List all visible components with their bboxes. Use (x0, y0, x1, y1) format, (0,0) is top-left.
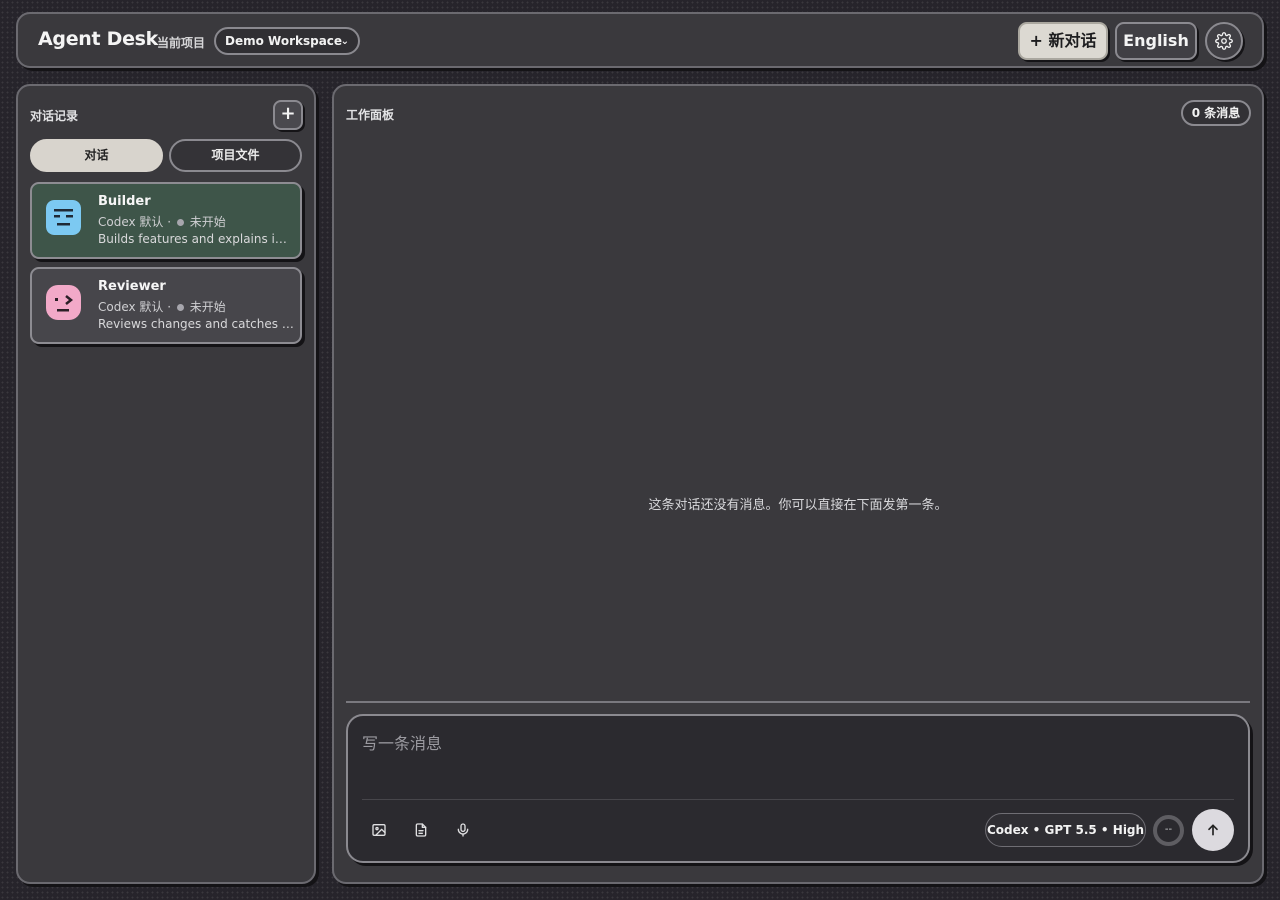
attach-image-button[interactable] (369, 820, 389, 840)
model-selector[interactable]: Codex • GPT 5.5 • High (985, 813, 1146, 847)
voice-input-button[interactable] (453, 820, 473, 840)
gear-icon (1215, 32, 1233, 50)
add-conversation-button[interactable]: + (273, 100, 303, 130)
workspace-select-value: Demo Workspace (225, 34, 343, 48)
status-dot-icon (176, 218, 184, 226)
composer-divider (346, 701, 1250, 703)
conversation-item-reviewer[interactable]: Reviewer Codex 默认 · 未开始 Reviews changes … (30, 267, 302, 344)
app-title: Agent Desk (38, 28, 159, 50)
language-button[interactable]: English (1115, 22, 1197, 60)
conversation-name: Builder (98, 194, 151, 209)
tab-project-files[interactable]: 项目文件 (169, 139, 302, 172)
work-panel: 工作面板 0 条消息 这条对话还没有消息。你可以直接在下面发第一条。 写一条消息… (332, 84, 1264, 884)
conversation-description: Builds features and explains implementat… (98, 232, 294, 246)
microphone-icon (457, 823, 469, 837)
send-button[interactable] (1192, 809, 1234, 851)
image-icon (372, 824, 386, 836)
conversation-meta: Codex 默认 · 未开始 (98, 213, 226, 230)
conversation-item-builder[interactable]: Builder Codex 默认 · 未开始 Builds features a… (30, 182, 302, 259)
file-icon (415, 823, 427, 837)
top-bar: Agent Desk 当前项目 Demo Workspace ⌄ + 新对话 E… (16, 12, 1264, 68)
workspace-select[interactable]: Demo Workspace ⌄ (214, 27, 360, 55)
arrow-up-icon (1208, 824, 1218, 836)
builder-avatar (46, 200, 81, 235)
chevron-down-icon: ⌄ (340, 36, 349, 47)
conversation-name: Reviewer (98, 279, 166, 294)
reviewer-avatar (46, 285, 81, 320)
attach-file-button[interactable] (411, 820, 431, 840)
settings-button[interactable] (1205, 22, 1243, 60)
context-usage-ring: -- (1153, 815, 1184, 846)
message-composer: Codex • GPT 5.5 • High -- (346, 714, 1250, 863)
new-chat-button[interactable]: + 新对话 (1018, 22, 1108, 60)
current-project-label: 当前项目 (157, 36, 206, 50)
tab-conversations[interactable]: 对话 (30, 139, 163, 172)
conversation-sidebar: 对话记录 + 对话 项目文件 Builder Codex 默认 · 未开始 Bu… (16, 84, 316, 884)
message-input[interactable] (362, 730, 1232, 790)
work-panel-title: 工作面板 (346, 108, 395, 122)
status-dot-icon (176, 303, 184, 311)
conversation-meta: Codex 默认 · 未开始 (98, 298, 226, 315)
message-count-badge: 0 条消息 (1181, 100, 1251, 126)
conversation-status: 未开始 (189, 300, 226, 314)
sidebar-title: 对话记录 (30, 109, 79, 123)
empty-state-text: 这条对话还没有消息。你可以直接在下面发第一条。 (648, 498, 948, 513)
conversation-engine: Codex 默认 · (98, 215, 172, 229)
conversation-status: 未开始 (189, 215, 226, 229)
conversation-engine: Codex 默认 · (98, 300, 172, 314)
composer-separator (362, 799, 1234, 800)
conversation-description: Reviews changes and catches problems (98, 317, 294, 331)
